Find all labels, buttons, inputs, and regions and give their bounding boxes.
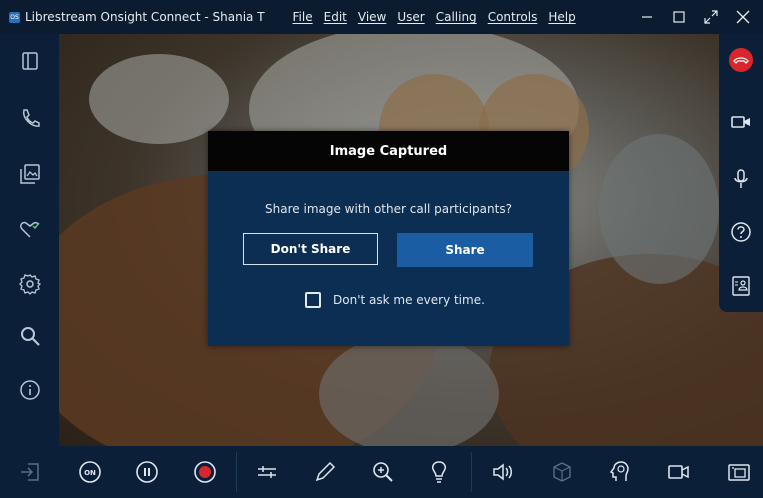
contact-card-icon	[732, 276, 750, 296]
close-icon	[736, 10, 750, 24]
participant-card-button[interactable]	[728, 273, 754, 299]
help-button[interactable]	[728, 219, 754, 245]
info-icon	[20, 380, 40, 400]
menu-controls[interactable]: Controls	[488, 10, 538, 24]
left-sidebar	[0, 34, 59, 498]
fullscreen-button[interactable]	[699, 5, 723, 29]
minimize-button[interactable]	[635, 5, 659, 29]
sidebar-info[interactable]	[17, 377, 43, 403]
stream-on-label: ON	[84, 469, 96, 477]
speaker-icon	[493, 463, 512, 481]
panel-toggle-icon	[22, 52, 38, 70]
call-video-button[interactable]	[728, 109, 754, 135]
call-control-panel	[719, 34, 763, 312]
power-on-icon: ON	[79, 461, 101, 483]
close-button[interactable]	[731, 5, 755, 29]
sidebar-favorites[interactable]	[17, 216, 43, 242]
light-icon	[432, 461, 446, 483]
3d-icon	[553, 462, 571, 482]
fullscreen-icon	[704, 10, 718, 24]
menu-help[interactable]: Help	[548, 10, 575, 24]
menu-user[interactable]: User	[397, 10, 424, 24]
sidebar-search[interactable]	[17, 323, 43, 349]
3d-view-button[interactable]	[549, 459, 575, 485]
image-captured-dialog: Image Captured Share image with other ca…	[208, 131, 569, 346]
microphone-button[interactable]	[728, 166, 754, 192]
annotate-button[interactable]	[312, 459, 338, 485]
pause-button[interactable]	[134, 459, 160, 485]
sidebar-panel-toggle[interactable]	[17, 48, 43, 74]
record-icon	[194, 461, 216, 483]
gallery-icon	[20, 164, 40, 184]
dont-share-button[interactable]: Don't Share	[243, 233, 378, 265]
snapshot-button[interactable]	[726, 459, 752, 485]
exit-button[interactable]	[17, 459, 43, 485]
menu-edit[interactable]: Edit	[324, 10, 347, 24]
title-bar: OS Librestream Onsight Connect - Shania …	[0, 0, 763, 34]
toolbar-divider	[471, 452, 472, 492]
window-title: Librestream Onsight Connect - Shania T	[25, 10, 265, 24]
sidebar-calls[interactable]	[17, 105, 43, 131]
heart-check-icon	[20, 221, 40, 238]
adjust-button[interactable]	[254, 459, 280, 485]
bottom-toolbar: ON	[59, 446, 763, 498]
zoom-in-button[interactable]	[370, 459, 396, 485]
exit-icon	[21, 463, 39, 481]
pen-icon	[315, 461, 336, 482]
microphone-icon	[734, 169, 748, 188]
maximize-icon	[673, 11, 685, 23]
stream-on-button[interactable]: ON	[77, 459, 103, 485]
record-button[interactable]	[192, 459, 218, 485]
video-camera-icon	[731, 116, 750, 128]
dialog-message: Share image with other call participants…	[265, 202, 512, 216]
end-call-button[interactable]	[728, 47, 754, 73]
menu-calling[interactable]: Calling	[436, 10, 477, 24]
dont-ask-row: Don't ask me every time.	[305, 292, 485, 308]
toolbar-divider	[236, 452, 237, 492]
pause-icon	[136, 461, 158, 483]
sidebar-settings[interactable]	[17, 271, 43, 297]
video-camera-icon	[668, 465, 689, 479]
exit-area	[0, 446, 59, 498]
share-button[interactable]: Share	[397, 233, 533, 267]
menu-view[interactable]: View	[358, 10, 386, 24]
adjust-icon	[258, 466, 276, 478]
ar-button[interactable]	[607, 459, 633, 485]
end-call-icon	[729, 48, 753, 72]
video-source-button[interactable]	[666, 459, 692, 485]
menu-bar: File Edit View User Calling Controls Hel…	[293, 10, 587, 24]
ar-head-icon	[609, 461, 629, 481]
minimize-icon	[642, 16, 652, 18]
dialog-title: Image Captured	[208, 131, 569, 171]
phone-icon	[22, 109, 40, 127]
snapshot-icon	[728, 464, 750, 481]
speaker-button[interactable]	[490, 459, 516, 485]
search-icon	[21, 327, 40, 346]
dont-ask-label[interactable]: Don't ask me every time.	[333, 293, 485, 307]
menu-file[interactable]: File	[293, 10, 313, 24]
light-button[interactable]	[426, 459, 452, 485]
dont-ask-checkbox[interactable]	[305, 292, 321, 308]
zoom-in-icon	[373, 462, 393, 482]
gear-icon	[19, 274, 41, 295]
sidebar-gallery[interactable]	[17, 161, 43, 187]
help-icon	[731, 222, 751, 242]
app-logo-icon: OS	[9, 11, 20, 23]
maximize-button[interactable]	[667, 5, 691, 29]
